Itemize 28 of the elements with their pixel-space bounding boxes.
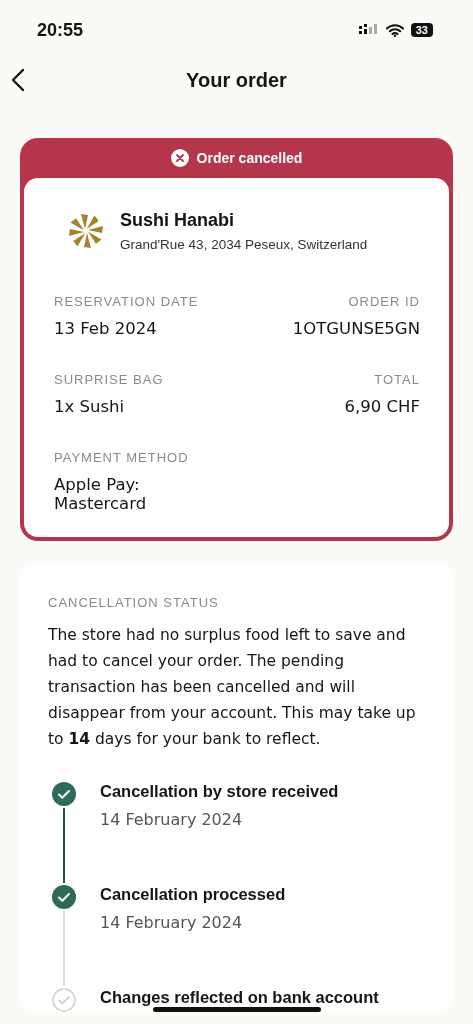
field-label: TOTAL [374, 372, 420, 387]
field-label: PAYMENT METHOD [54, 450, 190, 465]
section-heading: CANCELLATION STATUS [48, 595, 219, 610]
store-address: Grand'Rue 43, 2034 Peseux, Switzerland [120, 237, 368, 252]
field-label: SURPRISE BAG [54, 372, 165, 387]
step-date: 14 February 2024 [100, 913, 244, 932]
store-name: Sushi Hanabi [120, 210, 236, 231]
field-value: Apple Pay: Mastercard [54, 475, 148, 513]
battery-indicator: 33 [410, 23, 433, 37]
field-value: 13 Feb 2024 [54, 319, 158, 338]
cancellation-message: The store had no surplus food left to save and had to cancel your order. The pending transaction has been cancelled and will disappear from your account. This may take up to 14 days for your bank to reflect. [48, 625, 417, 750]
step-title: Cancellation by store received [100, 782, 339, 801]
field-value: 1x Sushi [54, 397, 126, 416]
field-value: 6,90 CHF [344, 397, 420, 416]
step-title: Cancellation processed [100, 885, 286, 904]
signal-icon [358, 24, 379, 36]
step-date: 14 February 2024 [100, 810, 244, 829]
field-label: RESERVATION DATE [54, 294, 200, 309]
page-title: Your order [186, 68, 287, 92]
step-title: Changes reflected on bank account [100, 988, 379, 1007]
field-value: 1OTGUNSE5GN [292, 319, 420, 338]
back-icon[interactable] [11, 68, 25, 92]
order-status-text: Order cancelled [196, 150, 303, 166]
field-label: ORDER ID [348, 294, 420, 309]
status-time: 20:55 [37, 19, 84, 41]
wifi-icon [385, 23, 404, 37]
cancel-icon [170, 149, 189, 167]
store-logo-icon [66, 214, 106, 248]
